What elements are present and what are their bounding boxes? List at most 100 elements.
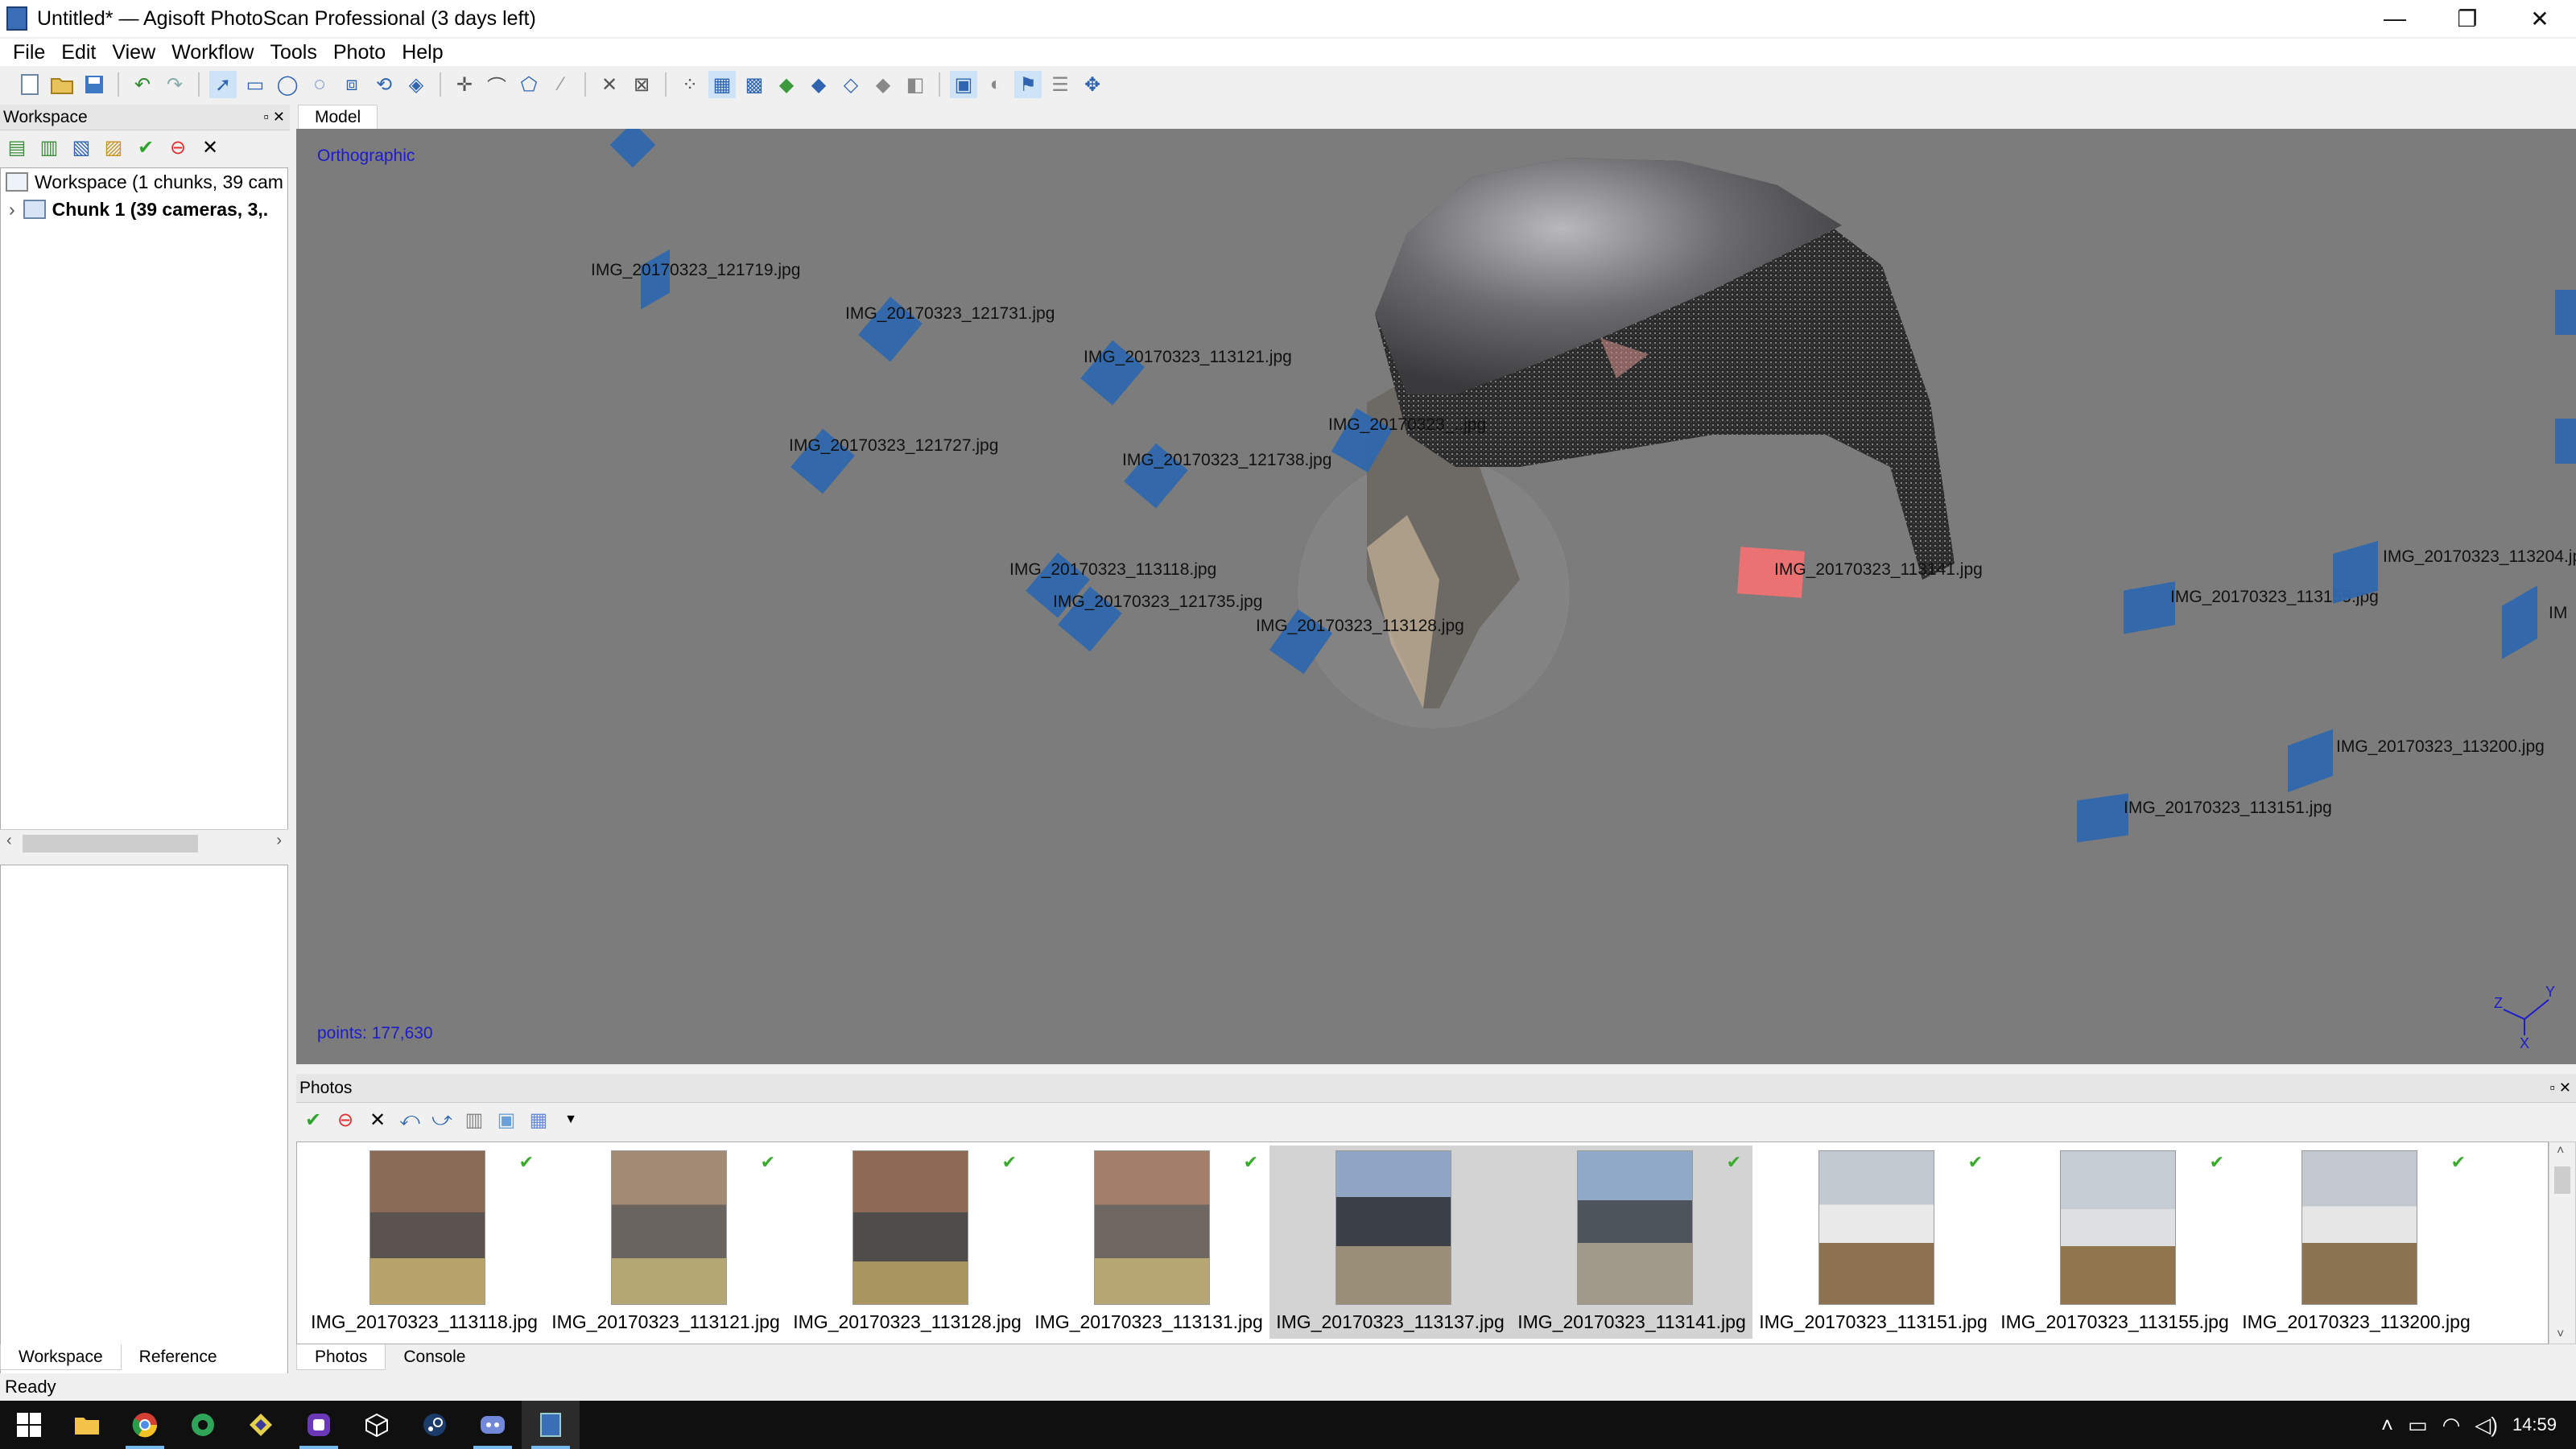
minimize-button[interactable]: — (2359, 0, 2431, 37)
point-cloud-icon[interactable]: ⁘ (676, 71, 704, 98)
photo-thumbnail[interactable]: ✔ IMG_20170323_113141.jpg (1511, 1146, 1752, 1339)
photo-thumbnail[interactable]: ✔ IMG_20170323_113155.jpg (1994, 1146, 2235, 1339)
tab-photos[interactable]: Photos (296, 1344, 386, 1370)
dense-cloud-classes-icon[interactable]: ▩ (741, 71, 768, 98)
rotate-right-icon[interactable]: ⤻ (428, 1106, 456, 1133)
file-explorer-icon[interactable] (58, 1401, 116, 1449)
circle-selection-icon[interactable]: ◯ (274, 71, 301, 98)
remove-icon[interactable]: ✕ (196, 134, 224, 161)
discord-icon[interactable] (464, 1401, 522, 1449)
model-wireframe-icon[interactable]: ◇ (837, 71, 865, 98)
chevron-down-icon[interactable]: ▼ (557, 1106, 584, 1133)
tiled-model-icon[interactable]: ◧ (902, 71, 929, 98)
disable-icon[interactable]: ⊖ (332, 1106, 359, 1133)
free-selection-icon[interactable]: ◌ (306, 71, 333, 98)
app-icon-diamond[interactable] (232, 1401, 290, 1449)
add-photos-icon[interactable]: ▥ (35, 134, 63, 161)
scroll-up-icon[interactable]: ˄ (2557, 1144, 2564, 1158)
workspace-horizontal-scrollbar[interactable]: ‹ › (0, 829, 288, 857)
scroll-left-icon[interactable]: ‹ (6, 832, 12, 850)
show-shapes-icon[interactable]: ◐ (982, 71, 1009, 98)
show-trackball-icon[interactable]: ✥ (1079, 71, 1106, 98)
scroll-right-icon[interactable]: › (276, 832, 282, 850)
move-icon[interactable]: ✛ (451, 71, 478, 98)
app-icon-cube[interactable] (348, 1401, 406, 1449)
ruler-icon[interactable]: ⌒ (483, 71, 510, 98)
photo-thumbnail[interactable]: ✔ IMG_20170323_113118.jpg (303, 1146, 545, 1339)
menu-file[interactable]: File (5, 41, 53, 64)
menu-photo[interactable]: Photo (325, 41, 394, 64)
panel-float-close-icon[interactable]: ▫ ✕ (2550, 1080, 2571, 1096)
disable-icon[interactable]: ⊖ (164, 134, 192, 161)
model-shaded-icon[interactable]: ◆ (773, 71, 800, 98)
panel-float-close-icon[interactable]: ▫ ✕ (264, 109, 285, 126)
photo-thumbnail[interactable]: ✔ IMG_20170323_113151.jpg (1752, 1146, 1994, 1339)
taskbar-clock[interactable]: 14:59 (2512, 1414, 2557, 1435)
enable-icon[interactable]: ✔ (132, 134, 159, 161)
app-icon-purple[interactable] (290, 1401, 348, 1449)
photo-thumbnail[interactable]: ✔ IMG_20170323_113121.jpg (545, 1146, 786, 1339)
rotate-region-icon[interactable]: ⟲ (370, 71, 398, 98)
redo-icon[interactable]: ↷ (161, 71, 188, 98)
tab-console[interactable]: Console (386, 1344, 483, 1370)
close-button[interactable]: ✕ (2504, 0, 2576, 37)
photoscan-icon[interactable] (522, 1401, 580, 1449)
show-region-icon[interactable]: ☰ (1046, 71, 1074, 98)
scrollbar-thumb[interactable] (2554, 1166, 2570, 1194)
merge-chunks-icon[interactable]: ▨ (100, 134, 127, 161)
photo-thumbnail[interactable]: ✔ IMG_20170323_113128.jpg (786, 1146, 1028, 1339)
chevron-right-icon[interactable]: › (9, 199, 15, 221)
tab-reference[interactable]: Reference (122, 1344, 235, 1370)
photo-thumbnail[interactable]: IMG_20170323_113137.jpg (1269, 1146, 1511, 1339)
rotate-left-icon[interactable]: ⤺ (396, 1106, 423, 1133)
wifi-icon[interactable]: ◠ (2442, 1413, 2461, 1438)
rotate-object-icon[interactable]: ◈ (402, 71, 430, 98)
thumbnail-view-icon[interactable]: ▦ (525, 1106, 552, 1133)
resize-region-icon[interactable]: ⧈ (338, 71, 365, 98)
photos-vertical-scrollbar[interactable]: ˄ ˅ (2549, 1141, 2576, 1344)
shape-icon[interactable]: ⬠ (515, 71, 543, 98)
open-icon[interactable] (48, 71, 76, 98)
photo-thumbnail[interactable]: ✔ IMG_20170323_113200.jpg (2235, 1146, 2477, 1339)
delete-selection-icon[interactable]: ✕ (596, 71, 623, 98)
model-solid-icon[interactable]: ◆ (805, 71, 832, 98)
undo-icon[interactable]: ↶ (129, 71, 156, 98)
menu-view[interactable]: View (104, 41, 163, 64)
photo-thumbnail[interactable]: ✔ IMG_20170323_113131.jpg (1028, 1146, 1269, 1339)
chevron-up-icon[interactable]: ˄ (2381, 1413, 2393, 1438)
draw-icon[interactable]: ⁄ (547, 71, 575, 98)
start-icon[interactable] (0, 1401, 58, 1449)
show-cameras-icon[interactable]: ▣ (950, 71, 977, 98)
menu-workflow[interactable]: Workflow (163, 41, 262, 64)
remove-icon[interactable]: ✕ (364, 1106, 391, 1133)
new-icon[interactable] (16, 71, 43, 98)
menu-edit[interactable]: Edit (53, 41, 104, 64)
add-folder-icon[interactable]: ▧ (68, 134, 95, 161)
scroll-down-icon[interactable]: ˅ (2557, 1327, 2564, 1342)
restore-button[interactable]: ❐ (2431, 0, 2504, 37)
battery-icon[interactable]: ▭ (2408, 1413, 2428, 1438)
tab-workspace[interactable]: Workspace (0, 1344, 122, 1370)
model-textured-icon[interactable]: ◆ (869, 71, 897, 98)
model-viewport[interactable]: Orthographic IMG_20170323_121719.jpg IMG… (296, 129, 2576, 1064)
chrome-icon[interactable] (116, 1401, 174, 1449)
reset-mask-icon[interactable]: ▥ (460, 1106, 488, 1133)
menu-tools[interactable]: Tools (262, 41, 324, 64)
volume-icon[interactable]: ◁) (2475, 1413, 2498, 1438)
scrollbar-thumb[interactable] (23, 835, 198, 852)
tree-item-chunk[interactable]: › Chunk 1 (39 cameras, 3,. (1, 196, 287, 223)
tab-model[interactable]: Model (298, 105, 378, 129)
dense-cloud-icon[interactable]: ▦ (708, 71, 736, 98)
add-chunk-icon[interactable]: ▤ (3, 134, 31, 161)
navigation-cursor-icon[interactable]: ➚ (209, 71, 237, 98)
menu-help[interactable]: Help (394, 41, 451, 64)
enable-icon[interactable]: ✔ (299, 1106, 327, 1133)
steam-icon[interactable] (406, 1401, 464, 1449)
app-icon-green[interactable] (174, 1401, 232, 1449)
tree-item-workspace[interactable]: Workspace (1 chunks, 39 cam (1, 168, 287, 196)
save-icon[interactable] (80, 71, 108, 98)
rectangle-selection-icon[interactable]: ▭ (242, 71, 269, 98)
show-markers-icon[interactable]: ⚑ (1014, 71, 1042, 98)
photo-view-icon[interactable]: ▣ (493, 1106, 520, 1133)
crop-selection-icon[interactable]: ⊠ (628, 71, 655, 98)
